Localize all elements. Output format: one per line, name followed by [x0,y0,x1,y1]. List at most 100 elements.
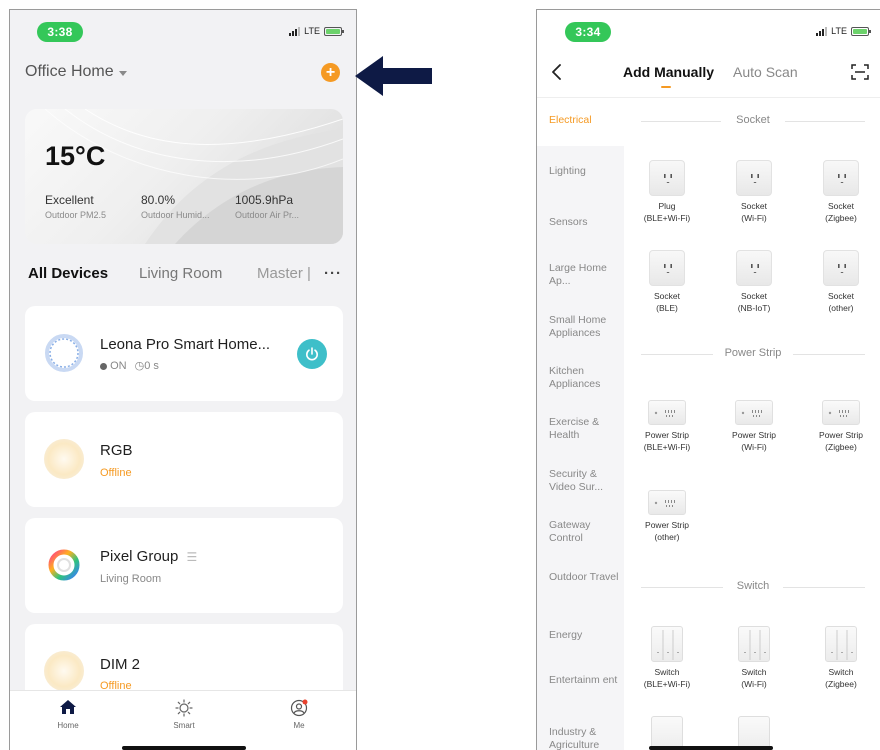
category-small-home-appliances[interactable]: Small Home Appliances [549,314,621,339]
device-type-label: Switch (Zigbee) [825,667,857,689]
category-energy[interactable]: Energy [549,629,621,642]
section-title: Socket [736,114,770,126]
tab-me[interactable]: Me [269,699,329,730]
outlet-icon [649,250,685,286]
section-power-strip: Power Strip [641,347,865,361]
home-selector[interactable]: Office Home [25,63,127,81]
wall-switch-icon [738,626,770,662]
category-outdoor-travel[interactable]: Outdoor Travel [549,571,621,584]
device-status: ON ◷0 s [100,359,159,372]
add-device-button[interactable]: + [321,63,340,82]
device-type-socket-other[interactable]: Socket (other) [801,250,880,314]
tab-add-manually[interactable]: Add Manually [623,64,714,80]
device-type-socket-zigbee[interactable]: Socket (Zigbee) [801,160,880,224]
device-type-strip-wifi[interactable]: Power Strip (Wi-Fi) [714,392,794,453]
category-kitchen-appliances[interactable]: Kitchen Appliances [549,365,621,390]
network-label: LTE [304,26,320,36]
section-switch: Switch [641,580,865,594]
device-type-label: Switch (BLE+Wi-Fi) [643,667,691,689]
device-type-switch-zigbee[interactable]: Switch (Zigbee) [801,626,880,690]
back-chevron-icon[interactable] [551,64,563,80]
outlet-icon [823,160,859,196]
device-type-label: Socket (NB-IoT) [737,291,771,313]
power-strip-icon [648,490,686,515]
stat-value: 80.0% [141,193,176,207]
device-timer: 0 s [144,360,159,372]
tab-master[interactable]: Master | [257,265,311,282]
tab-home[interactable]: Home [38,699,98,730]
status-indicators: LTE [816,26,871,36]
tab-me-label: Me [293,721,305,730]
status-indicators: LTE [289,26,344,36]
category-sensors[interactable]: Sensors [549,216,621,229]
device-type-socket-nbiot[interactable]: Socket (NB-IoT) [714,250,794,314]
signal-icon [816,26,828,36]
group-icon: ☰ [186,550,198,564]
device-type-label: Switch (Wi-Fi) [741,667,767,689]
bulb-icon [44,439,84,479]
stat-pm25: Excellent Outdoor PM2.5 [45,193,106,220]
device-name-row: Pixel Group ☰ [100,548,197,565]
tab-home-label: Home [57,721,79,730]
category-lighting[interactable]: Lighting [549,165,621,178]
wall-switch-icon [825,626,857,662]
power-strip-icon [822,400,860,425]
device-room: Living Room [100,573,162,585]
device-name: Leona Pro Smart Home... [100,336,271,353]
home-screen: 3:38 LTE Office Home + 15°C Excellent Ou… [9,9,357,750]
tab-living-room[interactable]: Living Room [139,265,222,282]
device-type-socket-wifi[interactable]: Socket (Wi-Fi) [714,160,794,224]
device-state: ON [110,360,127,372]
power-strip-icon [648,400,686,425]
more-tabs-icon[interactable]: ··· [324,265,342,282]
power-toggle-button[interactable] [297,339,327,369]
device-type-switch-ble-wifi[interactable]: Switch (BLE+Wi-Fi) [627,626,707,690]
category-electrical[interactable]: Electrical [549,114,621,127]
profile-icon [290,699,308,717]
device-name: DIM 2 [100,656,141,673]
home-title: Office Home [25,63,114,80]
tab-all-devices[interactable]: All Devices [28,265,108,282]
device-card-leona[interactable]: Leona Pro Smart Home... ON ◷0 s [25,306,343,401]
device-type-strip-ble-wifi[interactable]: Power Strip (BLE+Wi-Fi) [627,392,707,453]
category-entertainment[interactable]: Entertainm ent [549,674,621,687]
device-type-plug[interactable]: Plug (BLE+Wi-Fi) [627,160,707,224]
arrow-pointer-icon [355,56,432,96]
weather-card[interactable]: 15°C Excellent Outdoor PM2.5 80.0% Outdo… [25,109,343,244]
device-type-switch-wifi[interactable]: Switch (Wi-Fi) [714,626,794,690]
wall-switch-icon [651,716,683,750]
category-gateway-control[interactable]: Gateway Control [549,519,621,544]
scan-qr-icon[interactable] [851,64,869,80]
home-indicator [122,746,246,750]
device-name: RGB [100,442,133,459]
outlet-icon [736,160,772,196]
category-large-home-appliances[interactable]: Large Home Ap... [549,262,621,287]
device-type-switch-more[interactable] [627,716,707,750]
signal-icon [289,26,301,36]
device-type-label: Power Strip (BLE+Wi-Fi) [643,430,691,452]
stat-value: 1005.9hPa [235,193,294,207]
outlet-icon [736,250,772,286]
category-industry-agriculture[interactable]: Industry & Agriculture [549,726,621,750]
device-card-rgb[interactable]: RGB Offline [25,412,343,507]
ring-light-icon [45,334,83,372]
category-exercise-health[interactable]: Exercise & Health [549,416,621,441]
room-tabs: All Devices Living Room Master | ··· [28,265,348,287]
home-header: Office Home + [10,48,356,98]
device-type-switch-more[interactable] [714,716,794,750]
device-name: Pixel Group [100,548,179,565]
tab-smart-label: Smart [173,721,195,730]
device-card-pixel-group[interactable]: Pixel Group ☰ Living Room [25,518,343,613]
tab-smart[interactable]: Smart [154,699,214,730]
add-device-header: Add Manually Auto Scan [537,48,880,98]
tab-auto-scan[interactable]: Auto Scan [733,64,798,80]
status-time: 3:34 [565,22,611,42]
device-type-strip-zigbee[interactable]: Power Strip (Zigbee) [801,392,880,453]
add-device-screen: 3:34 LTE Add Manually Auto Scan Electric… [536,9,880,750]
device-type-label: Socket (Zigbee) [825,201,857,223]
stat-label: Outdoor PM2.5 [45,210,107,220]
category-security-video[interactable]: Security & Video Sur... [549,468,621,493]
device-type-strip-other[interactable]: Power Strip (other) [627,482,707,543]
device-type-socket-ble[interactable]: Socket (BLE) [627,250,707,314]
status-bar: 3:34 LTE [537,10,880,48]
